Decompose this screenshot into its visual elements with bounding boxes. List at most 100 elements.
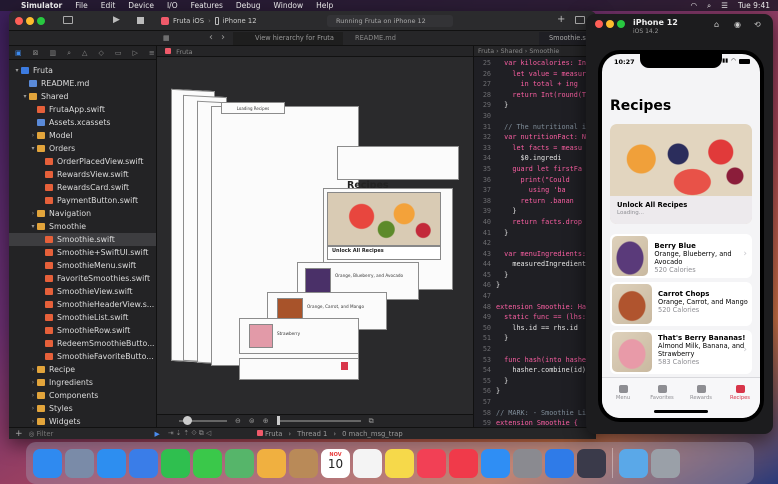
menu-edit[interactable]: Edit [101, 1, 116, 10]
test-icon[interactable]: ◇ [98, 49, 103, 59]
navigator-item[interactable]: SmoothieHeaderView.s... [9, 298, 156, 311]
navigator-item[interactable]: Smoothie.swift [9, 233, 156, 246]
add-icon[interactable]: + [557, 14, 565, 25]
navigator-item[interactable]: SmoothieMenu.swift [9, 259, 156, 272]
simulator-icon[interactable] [577, 448, 606, 478]
hierarchy-layer[interactable] [337, 146, 459, 180]
unlock-banner[interactable]: Unlock All Recipes Loading... [610, 124, 752, 224]
chevron-right-icon[interactable]: › [29, 366, 37, 373]
continue-icon[interactable]: ▶ [154, 430, 159, 438]
tab-readme[interactable]: README.md [343, 32, 427, 45]
app-store-icon[interactable] [481, 448, 510, 478]
chevron-right-icon[interactable]: › [29, 392, 37, 399]
navigator-item[interactable]: ▾ Smoothie [9, 220, 156, 233]
tab-menu[interactable]: Menu [604, 385, 642, 401]
control-center-icon[interactable]: ☰ [721, 1, 728, 10]
scheme-selector[interactable]: Fruta iOS › iPhone 12 [161, 15, 257, 27]
search-icon[interactable]: ⌕ [707, 1, 711, 11]
chevron-right-icon[interactable]: › [29, 405, 37, 412]
chevron-down-icon[interactable]: ▾ [13, 67, 21, 74]
navigator-item[interactable]: ▾ Shared [9, 90, 156, 103]
menu-help[interactable]: Help [316, 1, 333, 10]
navigator-item[interactable]: OrderPlacedView.swift [9, 155, 156, 168]
chevron-right-icon[interactable]: › [29, 210, 37, 217]
canvas-thumb-3[interactable] [249, 324, 273, 348]
inspector-toggle-icon[interactable] [575, 16, 585, 24]
grid-icon[interactable]: ▦ [163, 34, 170, 42]
wifi-icon[interactable]: ◠ [690, 1, 697, 10]
navigator-item[interactable]: RewardsCard.swift [9, 181, 156, 194]
add-file-icon[interactable]: + [15, 429, 23, 439]
home-icon[interactable]: ⌂ [714, 20, 719, 29]
tab-view-hierarchy[interactable]: View hierarchy for Fruta [233, 32, 343, 45]
back-chevron-icon[interactable]: ‹ [209, 32, 213, 43]
chevron-down-icon[interactable]: ▾ [29, 223, 37, 230]
home-indicator[interactable] [654, 410, 708, 413]
navigator-item[interactable]: ▾ Fruta [9, 64, 156, 77]
menu-debug[interactable]: Debug [236, 1, 261, 10]
run-button[interactable]: ▶ [113, 15, 120, 25]
menu-file[interactable]: File [75, 1, 88, 10]
safari-icon[interactable] [97, 448, 126, 478]
recipe-row[interactable]: Berry Blue Orange, Blueberry, and Avocado… [610, 234, 752, 278]
messages-icon[interactable] [193, 448, 222, 478]
rotate-icon[interactable]: ⟲ [754, 20, 761, 29]
navigator-item[interactable]: FavoriteSmoothies.swift [9, 272, 156, 285]
canvas-thumb-1[interactable] [305, 268, 331, 294]
breadcrumb-item[interactable]: Smoothie [529, 48, 559, 55]
chevron-right-icon[interactable]: › [29, 418, 37, 425]
canvas-banner-text[interactable]: Unlock All Recipes [327, 246, 441, 260]
breakpoint-icon[interactable]: ▷ [132, 49, 137, 59]
calendar-icon[interactable]: NOV 10 [321, 448, 350, 478]
frame-item[interactable]: 0 mach_msg_trap [342, 430, 403, 438]
breadcrumb-item[interactable]: Shared [501, 48, 523, 55]
navigator-item[interactable]: › Widgets [9, 415, 156, 427]
navigator-item[interactable]: › Styles [9, 402, 156, 415]
navigator-item[interactable]: SmoothieFavoriteButto... [9, 350, 156, 363]
menu-window[interactable]: Window [274, 1, 304, 10]
clock[interactable]: Tue 9:41 [738, 1, 770, 10]
navigator-item[interactable]: Smoothie+SwiftUI.swift [9, 246, 156, 259]
sim-zoom-button[interactable] [617, 20, 625, 28]
zoom-button[interactable] [37, 17, 45, 25]
contacts-icon[interactable] [289, 448, 318, 478]
chevron-down-icon[interactable]: ▾ [29, 145, 37, 152]
frame-scheme[interactable]: Fruta [257, 429, 282, 438]
canvas-row-3-text[interactable]: Strawberry [277, 331, 300, 336]
navigator-item[interactable]: RewardsView.swift [9, 168, 156, 181]
navigator-item[interactable]: › Navigation [9, 207, 156, 220]
filter-field[interactable]: Filter [36, 430, 154, 438]
navigator-item[interactable]: SmoothieList.swift [9, 311, 156, 324]
xcode-icon[interactable] [545, 448, 574, 478]
find-icon[interactable]: ⌕ [67, 49, 71, 59]
finder-icon[interactable] [33, 448, 62, 478]
debug-icon[interactable]: ▭ [115, 49, 122, 59]
canvas-tabbar-icon[interactable] [341, 362, 348, 370]
chevron-down-icon[interactable]: ▾ [21, 93, 29, 100]
canvas-banner-image[interactable] [327, 192, 441, 246]
chevron-right-icon[interactable]: › [29, 379, 37, 386]
hierarchy-layer[interactable]: Loading Recipes [221, 102, 285, 114]
menu-i-o[interactable]: I/O [167, 1, 178, 10]
navigator-item[interactable]: FrutaApp.swift [9, 103, 156, 116]
sim-close-button[interactable] [595, 20, 603, 28]
tab-rewards[interactable]: Rewards [682, 385, 720, 401]
navigator-item[interactable]: Assets.xcassets [9, 116, 156, 129]
screenshot-icon[interactable]: ◉ [734, 20, 741, 29]
downloads-icon[interactable] [619, 448, 648, 478]
chevron-right-icon[interactable]: › [29, 132, 37, 139]
range-slider[interactable] [276, 416, 361, 425]
options-icon[interactable]: ⧉ [369, 417, 374, 426]
navigator-item[interactable]: › Model [9, 129, 156, 142]
canvas-row-1-text[interactable]: Orange, Blueberry, and Avocado [335, 273, 403, 278]
news-icon[interactable] [449, 448, 478, 478]
menu-simulator[interactable]: Simulator [21, 1, 62, 10]
spacing-slider[interactable] [179, 416, 227, 425]
navigator-item[interactable]: SmoothieView.swift [9, 285, 156, 298]
zoom-actual-icon[interactable]: ⊜ [249, 417, 255, 425]
mail-icon[interactable] [129, 448, 158, 478]
breadcrumb-item[interactable]: Fruta [478, 48, 494, 55]
zoom-out-icon[interactable]: ⊖ [235, 417, 241, 425]
report-icon[interactable]: ≡ [149, 49, 155, 59]
minimize-button[interactable] [26, 17, 34, 25]
